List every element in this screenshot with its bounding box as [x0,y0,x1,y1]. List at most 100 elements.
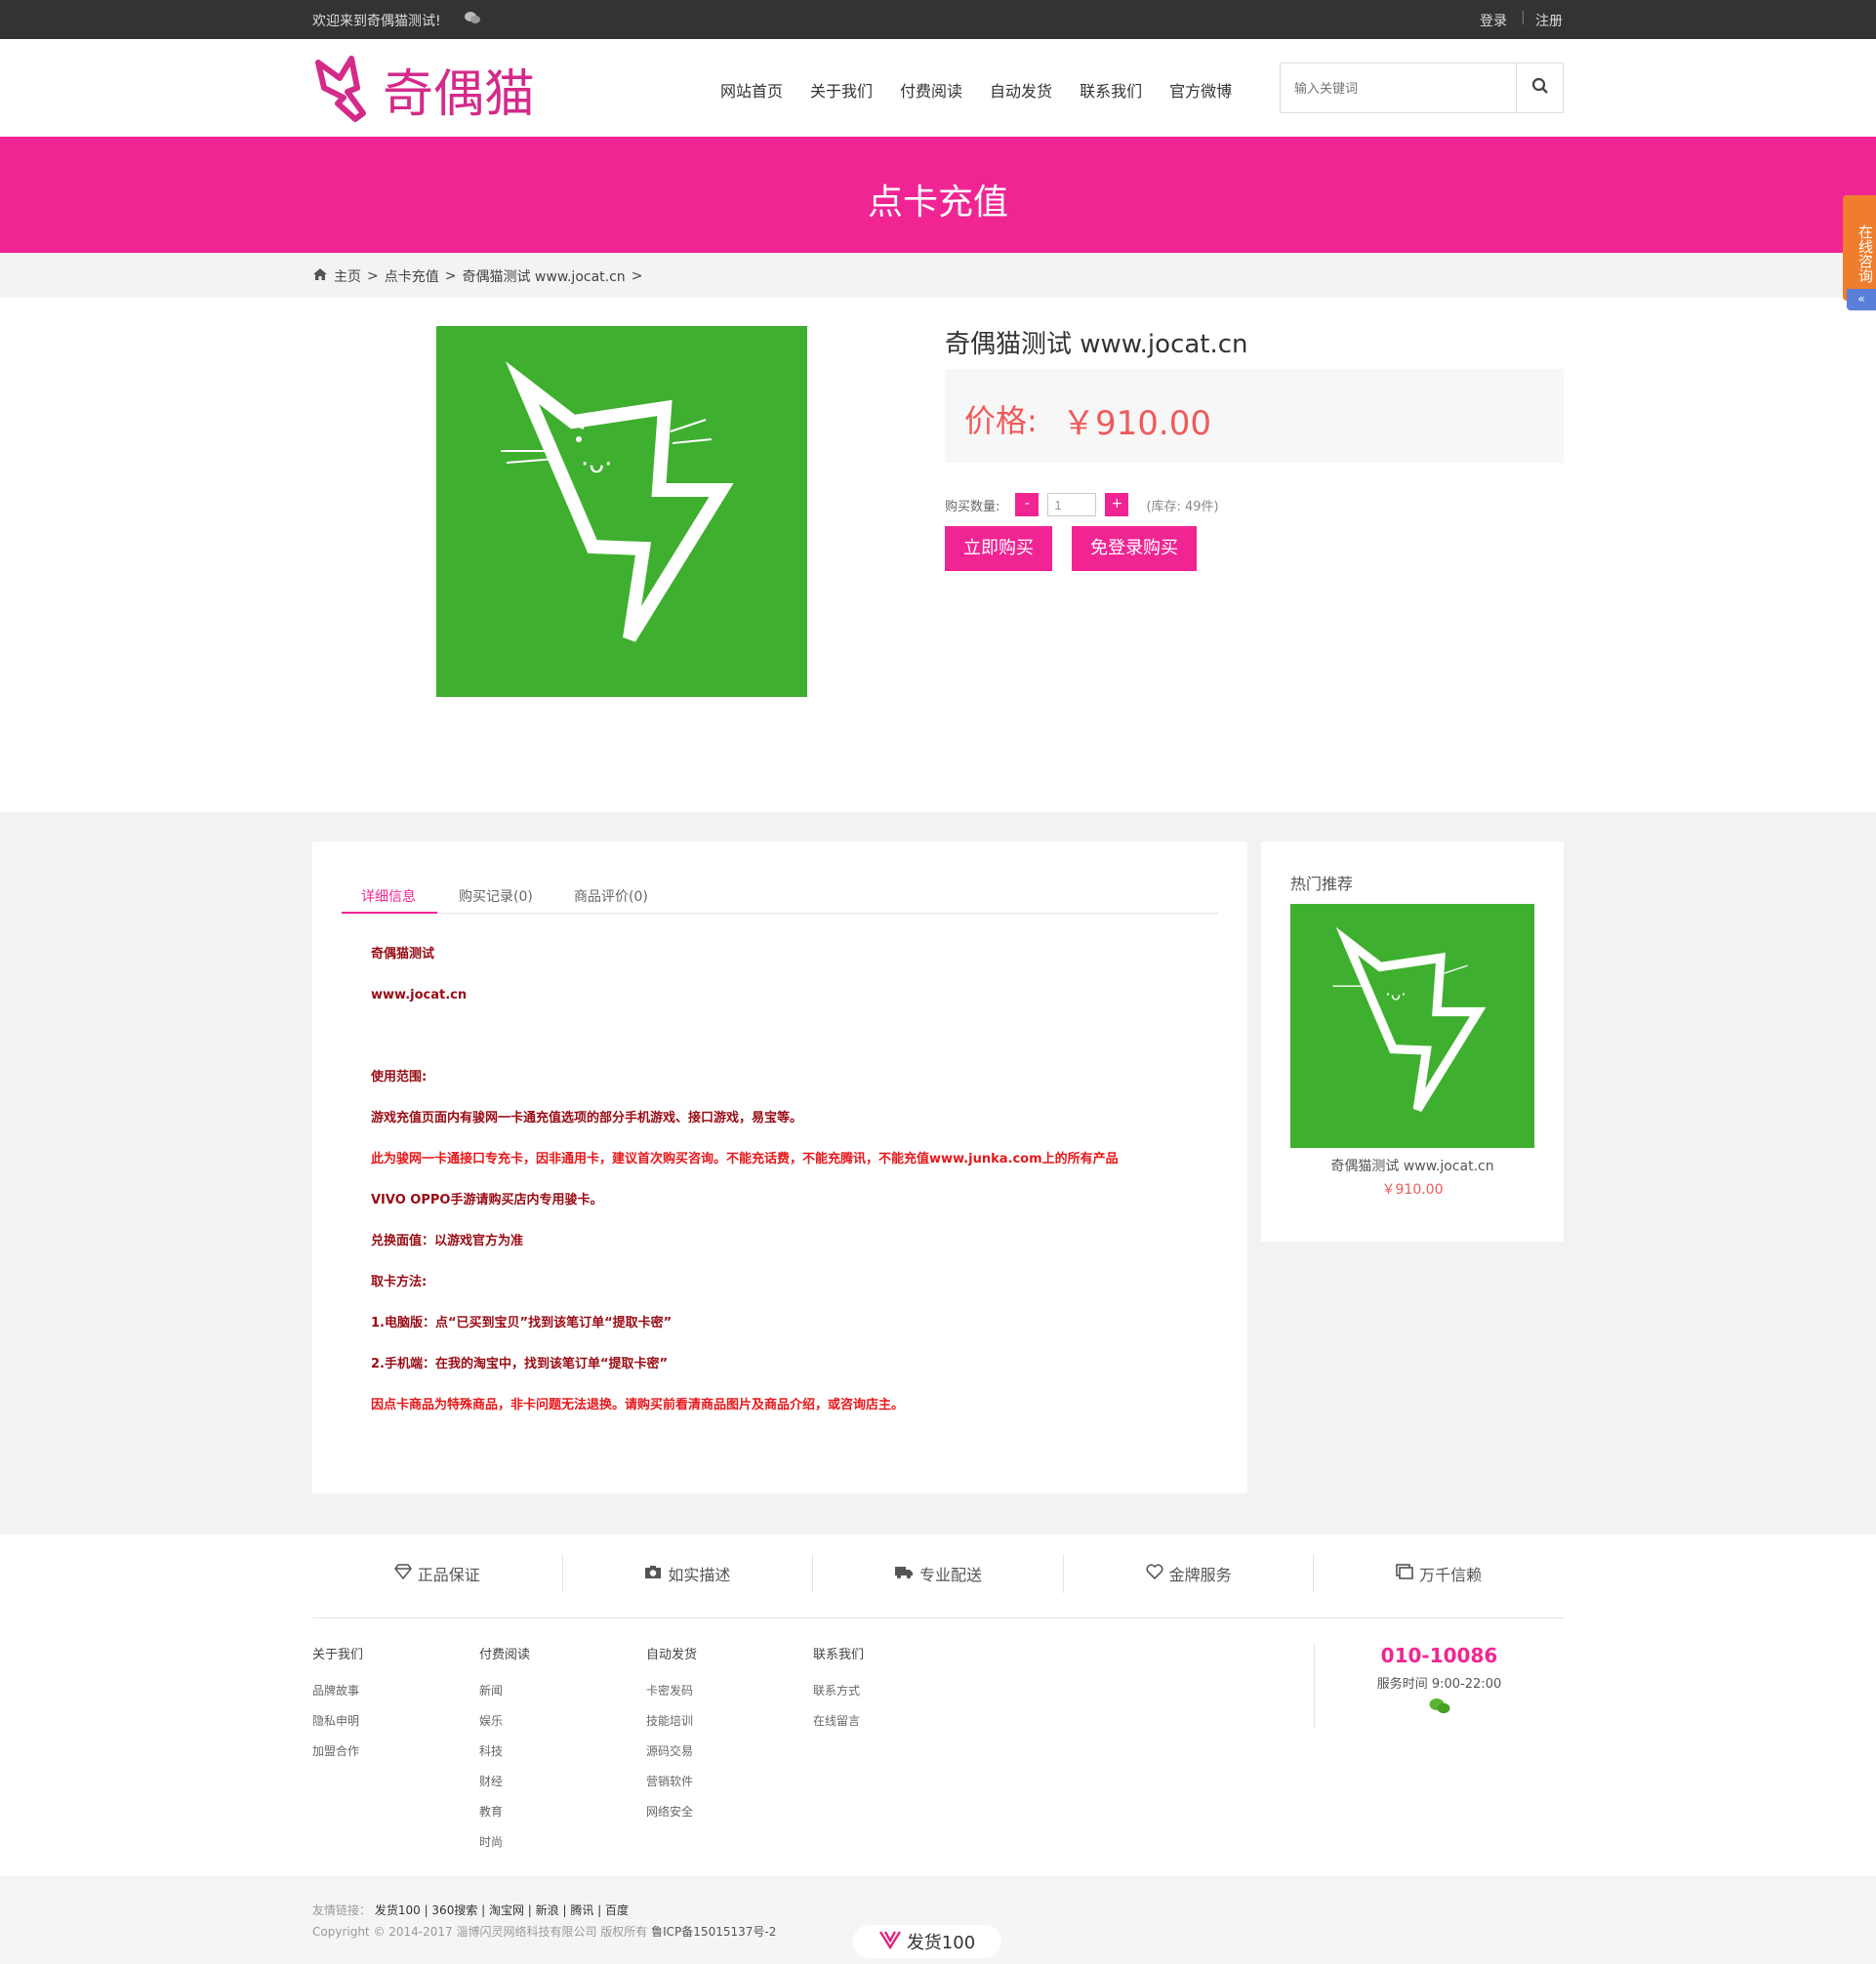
site-bottom: 友情链接： 发货100 | 360搜索 | 淘宝网 | 新浪 | 腾讯 | 百度… [0,1876,1876,1964]
contact-phone: 010-10086 [1380,1644,1498,1667]
feature-item: 专业配送 [813,1554,1064,1593]
footer-column-title: 付费阅读 [479,1648,531,1662]
quantity-label: 购买数量: [945,499,1000,514]
footer-link[interactable]: 加盟合作 [312,1742,469,1773]
quantity-input[interactable] [1047,493,1097,516]
nav-item-contact[interactable]: 联系我们 [1080,78,1142,102]
category-banner: 点卡充值 [0,137,1876,253]
breadcrumb-separator: > [367,268,379,284]
footer-link[interactable]: 财经 [479,1773,635,1803]
wechat-icon[interactable] [465,11,480,28]
footer-link[interactable]: 时尚 [479,1833,635,1863]
detail-tabs: 详细信息 购买记录(0) 商品评价(0) [342,877,1218,914]
main-nav: 网站首页 关于我们 付费阅读 自动发货 联系我们 官方微博 [720,78,1259,102]
register-link[interactable]: 注册 [1535,11,1563,30]
friend-links-label: 友情链接： [312,1903,372,1917]
active-tab-indicator [342,912,437,914]
cat-logo-icon: ·ᴗ· [1332,926,1487,1112]
description-line: 使用范围: [371,1070,428,1084]
service-hours: 服务时间 9:00-22:00 [1376,1677,1502,1692]
friend-links-list[interactable]: 发货100 | 360搜索 | 淘宝网 | 新浪 | 腾讯 | 百度 [375,1903,629,1917]
welcome-text: 欢迎来到奇偶猫测试! [312,14,441,29]
footer-link[interactable]: 在线留言 [813,1712,969,1742]
description-line: 奇偶猫测试 [371,947,435,962]
nav-item-weibo[interactable]: 官方微博 [1169,78,1232,102]
breadcrumb-home[interactable]: 主页 [334,266,361,286]
guest-buy-button[interactable]: 免登录购买 [1072,526,1197,571]
breadcrumb-current[interactable]: 奇偶猫测试 www.jocat.cn [462,266,625,286]
footer-link[interactable]: 隐私申明 [312,1712,469,1742]
footer-link[interactable]: 新闻 [479,1682,635,1712]
quantity-decrease-button[interactable]: - [1015,493,1040,516]
feature-label: 专业配送 [918,1566,982,1584]
hot-recommend-panel: 热门推荐 ·ᴗ· 奇偶猫测试 www.jocat.cn ￥910.00 [1261,841,1564,1242]
breadcrumb-bar: 主页 > 点卡充值 > 奇偶猫测试 www.jocat.cn > [0,253,1876,298]
truck-icon [894,1565,914,1583]
recommend-product-name[interactable]: 奇偶猫测试 www.jocat.cn [1261,1156,1564,1175]
feature-strip: 正品保证 如实描述 专业配送 金牌服务 万千信赖 [312,1554,1564,1618]
footer-column: 联系我们 联系方式 在线留言 [813,1644,969,1742]
product-image: ·ᴗ· [436,326,807,697]
description-line: www.jocat.cn [371,988,468,1002]
copyright-text: Copyright © 2014-2017 淄博闪灵网络科技有限公司 版权所有 [312,1925,648,1939]
friend-links: 友情链接： 发货100 | 360搜索 | 淘宝网 | 新浪 | 腾讯 | 百度 [312,1902,629,1918]
icp-number[interactable]: 鲁ICP备15015137号-2 [651,1925,776,1939]
topbar-separator: | [1521,10,1526,25]
search-button[interactable] [1516,63,1563,112]
description-line [371,1029,1119,1070]
description-line: 取卡方法: [371,1275,428,1289]
price-label: 价格: [964,402,1038,439]
footer-link[interactable]: 源码交易 [646,1742,802,1773]
nav-item-about[interactable]: 关于我们 [810,78,873,102]
description-line: 2.手机端：在我的淘宝中，找到该笔订单“提取卡密” [371,1357,669,1371]
page-title: 点卡充值 [867,183,1008,223]
hot-recommend-title: 热门推荐 [1290,875,1354,893]
footer-link[interactable]: 联系方式 [813,1682,969,1712]
footer-link[interactable]: 品牌故事 [312,1682,469,1712]
footer-column: 自动发货 卡密发码 技能培训 源码交易 营销软件 网络安全 [646,1644,802,1833]
footer-link[interactable]: 营销软件 [646,1773,802,1803]
description-line: 因点卡商品为特殊商品，非卡问题无法退换。请购买前看清商品图片及商品介绍，或咨询店… [371,1398,905,1412]
home-icon [312,267,328,285]
feature-item: 万千信赖 [1314,1554,1564,1593]
site-logo[interactable]: 奇偶猫 [312,49,566,129]
nav-item-home[interactable]: 网站首页 [720,78,783,102]
stock-text: (库存: 49件) [1146,499,1219,514]
description-line: VIVO OPPO手游请购买店内专用骏卡。 [371,1193,603,1207]
tab-reviews[interactable]: 商品评价(0) [574,886,648,906]
tab-details[interactable]: 详细信息 [361,886,416,906]
tab-purchase-records[interactable]: 购买记录(0) [459,886,533,906]
fahuo100-badge[interactable]: 发货100 [853,1925,1001,1958]
feature-item: 如实描述 [563,1554,814,1593]
recommend-product-image[interactable]: ·ᴗ· [1290,904,1534,1148]
svg-text:·ᴗ·: ·ᴗ· [1385,986,1406,1005]
description-line: 1.电脑版：点“已买到宝贝”找到该笔订单“提取卡密” [371,1316,673,1330]
buy-now-button[interactable]: 立即购买 [945,526,1052,571]
description-line: 兑换面值：以游戏官方为准 [371,1234,524,1248]
quantity-increase-button[interactable]: + [1105,493,1129,516]
footer-column: 关于我们 品牌故事 隐私申明 加盟合作 [312,1644,469,1773]
product-description: 奇偶猫测试 www.jocat.cn 使用范围: 游戏充值页面内有骏网一卡通充值… [371,947,1119,1439]
recommend-product-price: ￥910.00 [1381,1182,1444,1198]
footer-link[interactable]: 网络安全 [646,1803,802,1833]
badge-label: 发货100 [906,1933,976,1953]
search-box [1280,62,1564,113]
collapse-chat-button[interactable]: « [1847,289,1876,310]
footer-link[interactable]: 科技 [479,1742,635,1773]
footer-link[interactable]: 技能培训 [646,1712,802,1742]
footer-link[interactable]: 娱乐 [479,1712,635,1742]
footer-link[interactable]: 卡密发码 [646,1682,802,1712]
login-link[interactable]: 登录 [1480,11,1507,30]
description-line: 此为骏网一卡通接口专充卡，因非通用卡，建议首次购买咨询。不能充话费，不能充腾讯，… [371,1152,1119,1166]
product-title: 奇偶猫测试 www.jocat.cn [945,330,1248,359]
search-input[interactable] [1281,63,1517,112]
footer-link[interactable]: 教育 [479,1803,635,1833]
online-chat-tab[interactable]: 在线咨询 [1843,195,1876,301]
nav-item-auto-delivery[interactable]: 自动发货 [990,78,1052,102]
breadcrumb-separator: > [631,268,643,284]
feature-label: 金牌服务 [1168,1566,1232,1584]
breadcrumb-category[interactable]: 点卡充值 [385,266,439,286]
price-box: 价格: ￥910.00 [945,369,1564,463]
wechat-icon[interactable] [1315,1698,1564,1719]
nav-item-paid-reading[interactable]: 付费阅读 [900,78,962,102]
